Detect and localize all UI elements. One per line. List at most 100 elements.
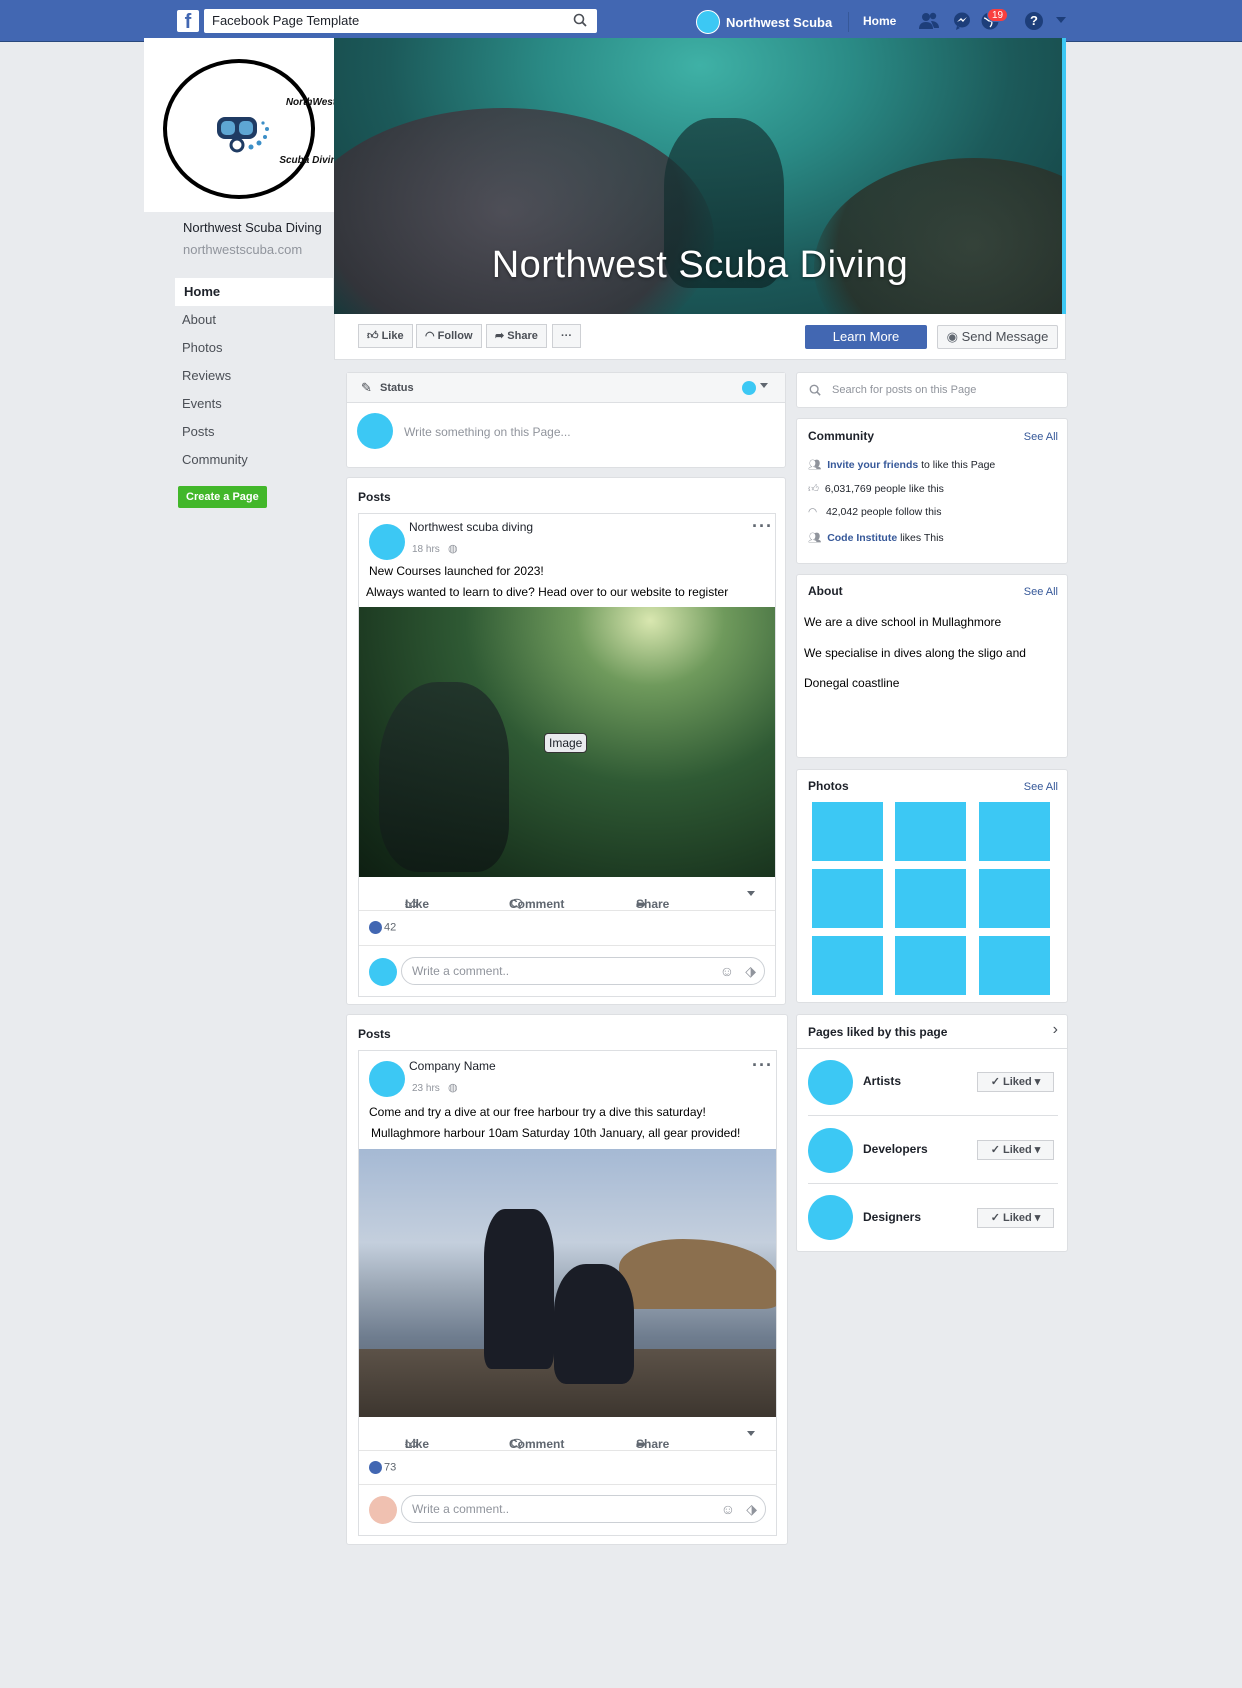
search-icon	[809, 384, 821, 396]
photo-thumbnail[interactable]	[895, 869, 966, 928]
profile-shortcut[interactable]: Northwest Scuba	[696, 9, 832, 35]
messenger-icon[interactable]	[951, 11, 973, 31]
share-page-button[interactable]: ➦ Share	[486, 324, 547, 348]
invite-friends-link[interactable]: Invite your friends	[827, 459, 918, 471]
share-page-label: Share	[507, 330, 538, 342]
status-tab[interactable]: Status	[380, 382, 414, 394]
post-options-icon[interactable]: ···	[752, 1055, 773, 1076]
about-card: About See All We are a dive school in Mu…	[796, 574, 1068, 758]
nav-item-photos[interactable]: Photos	[173, 334, 333, 362]
post-comment-label: Comment	[509, 897, 565, 911]
search-input-value: Facebook Page Template	[212, 13, 360, 28]
nav-item-about[interactable]: About	[173, 306, 333, 334]
post-image[interactable]: Image	[359, 607, 775, 877]
reaction-count-value: 42	[384, 921, 397, 934]
photo-thumbnail[interactable]	[979, 936, 1050, 995]
photo-thumbnail[interactable]	[812, 802, 883, 861]
community-title[interactable]: Community	[808, 429, 874, 443]
nav-item-posts[interactable]: Posts	[173, 418, 333, 446]
sticker-icon[interactable]: ⬗	[745, 963, 756, 980]
comment-input[interactable]: Write a comment.. ☺ ⬗	[401, 957, 765, 985]
emoji-icon[interactable]: ☺	[720, 963, 734, 979]
account-menu-caret-icon[interactable]	[1056, 17, 1066, 23]
posts-section: Posts Company Name 23 hrs ◍ ··· Come and…	[346, 1014, 788, 1545]
emoji-icon[interactable]: ☺	[721, 1501, 735, 1517]
rss-icon: ◠	[425, 330, 435, 342]
chevron-down-icon[interactable]	[747, 1431, 755, 1436]
friends-icon: 👥︎	[808, 459, 822, 471]
status-composer: ✎ Status Write something on this Page...	[346, 372, 786, 468]
photo-thumbnail[interactable]	[979, 802, 1050, 861]
community-follows-count: 42,042 people follow this	[825, 506, 942, 518]
about-title[interactable]: About	[808, 584, 843, 598]
sticker-icon[interactable]: ⬗	[746, 1501, 757, 1518]
search-icon[interactable]	[573, 13, 587, 27]
liked-button[interactable]: ✓ Liked ▾	[977, 1140, 1054, 1160]
post-options-icon[interactable]: ···	[752, 516, 773, 537]
reaction-count[interactable]: 73	[369, 1461, 396, 1474]
post-timestamp[interactable]: 23 hrs	[412, 1083, 440, 1094]
post-action-row: 👍︎ Like 🗨︎ Comment ➦ Share	[359, 1417, 776, 1451]
nav-item-home[interactable]: Home	[173, 278, 333, 306]
liked-button[interactable]: ✓ Liked ▾	[977, 1208, 1054, 1228]
nav-item-reviews[interactable]: Reviews	[173, 362, 333, 390]
avatar	[696, 10, 720, 34]
liked-page-name[interactable]: Developers	[863, 1142, 928, 1156]
about-see-all-link[interactable]: See All	[1024, 586, 1058, 598]
image-label: Image	[544, 733, 588, 753]
post-author[interactable]: Company Name	[409, 1059, 496, 1073]
learn-more-button[interactable]: Learn More	[805, 325, 927, 349]
avatar[interactable]	[808, 1060, 853, 1105]
photo-thumbnail[interactable]	[812, 936, 883, 995]
photo-thumbnail[interactable]	[895, 936, 966, 995]
comment-input[interactable]: Write a comment.. ☺ ⬗	[401, 1495, 766, 1523]
home-link[interactable]: Home	[848, 12, 896, 32]
follow-button[interactable]: ◠ Follow	[416, 324, 482, 348]
nav-item-community[interactable]: Community	[173, 446, 333, 474]
photo-thumbnail[interactable]	[812, 869, 883, 928]
like-page-button[interactable]: 👍︎ Like	[358, 324, 413, 348]
post-image[interactable]	[359, 1149, 776, 1417]
page-post-search[interactable]: Search for posts on this Page	[796, 372, 1068, 408]
chevron-right-icon[interactable]: ›	[1053, 1021, 1058, 1039]
community-see-all-link[interactable]: See All	[1024, 431, 1058, 443]
chevron-down-icon[interactable]	[760, 383, 768, 388]
reaction-count[interactable]: 42	[369, 921, 396, 934]
posts-section-title: Posts	[358, 1027, 391, 1041]
rss-icon: ◠	[808, 506, 818, 518]
messenger-icon: ◉	[946, 329, 958, 344]
create-page-button[interactable]: Create a Page	[178, 486, 267, 508]
page-search-placeholder: Search for posts on this Page	[832, 384, 977, 396]
composer-input[interactable]: Write something on this Page...	[404, 425, 571, 439]
help-icon[interactable]: ?	[1025, 12, 1043, 30]
friend-requests-icon[interactable]	[918, 11, 940, 31]
audience-selector-icon[interactable]	[742, 381, 756, 395]
avatar[interactable]	[808, 1128, 853, 1173]
cover-title: Northwest Scuba Diving	[491, 244, 909, 286]
page-username[interactable]: northwestscuba.com	[183, 242, 302, 257]
chevron-down-icon[interactable]	[747, 891, 755, 896]
photos-see-all-link[interactable]: See All	[1024, 781, 1058, 793]
avatar[interactable]	[808, 1195, 853, 1240]
liked-pages-title[interactable]: Pages liked by this page	[808, 1025, 947, 1039]
avatar[interactable]	[369, 1061, 405, 1097]
liked-button[interactable]: ✓ Liked ▾	[977, 1072, 1054, 1092]
liked-page-name[interactable]: Designers	[863, 1210, 921, 1224]
post-author[interactable]: Northwest scuba diving	[409, 520, 533, 534]
send-message-button[interactable]: ◉ Send Message	[937, 325, 1058, 349]
facebook-logo-icon[interactable]: f	[177, 10, 199, 32]
community-follows-row: ◠ 42,042 people follow this	[808, 506, 942, 518]
photos-title[interactable]: Photos	[808, 779, 849, 793]
search-input[interactable]: Facebook Page Template	[204, 9, 597, 33]
nav-item-events[interactable]: Events	[173, 390, 333, 418]
photos-card: Photos See All	[796, 769, 1068, 1003]
more-options-button[interactable]: ···	[552, 324, 581, 348]
photo-thumbnail[interactable]	[979, 869, 1050, 928]
liked-page-name[interactable]: Artists	[863, 1074, 901, 1088]
code-institute-link[interactable]: Code Institute	[827, 532, 897, 544]
avatar[interactable]	[369, 524, 405, 560]
photo-thumbnail[interactable]	[895, 802, 966, 861]
diving-mask-icon	[217, 117, 269, 153]
post-timestamp[interactable]: 18 hrs	[412, 544, 440, 555]
page-title[interactable]: Northwest Scuba Diving	[183, 220, 322, 235]
